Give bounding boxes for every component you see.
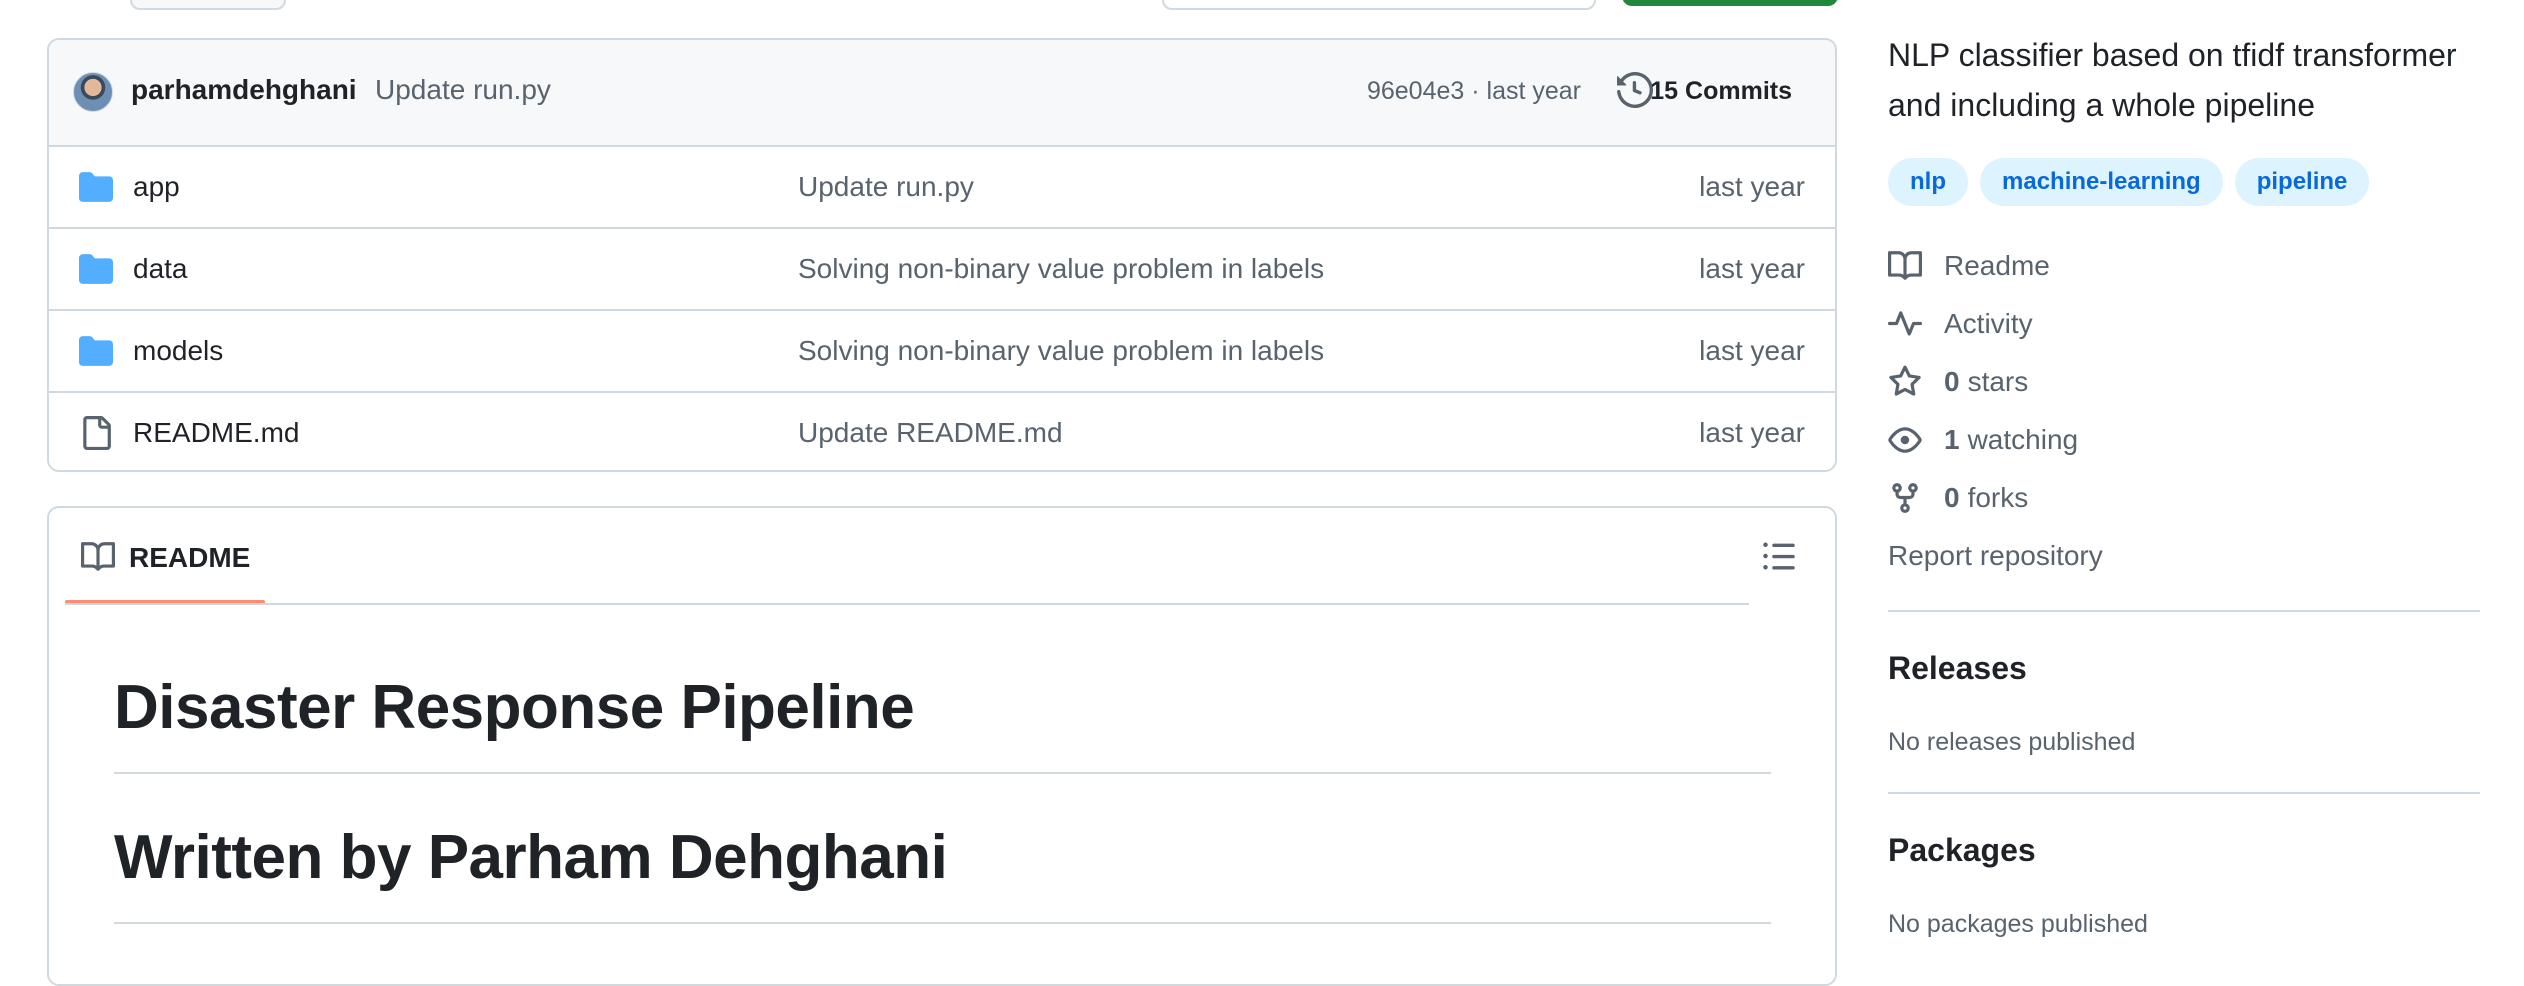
section-divider xyxy=(1888,610,2480,612)
forks-count: 0 xyxy=(1944,482,1960,513)
repo-forked-icon xyxy=(1888,481,1922,515)
commits-count: 15 xyxy=(1650,77,1679,105)
stars-link[interactable]: 0 stars xyxy=(1888,362,2028,402)
file-commit-time: last year xyxy=(1699,253,1805,284)
file-commit-message-link[interactable]: Solving non-binary value problem in labe… xyxy=(798,335,1324,367)
heading-rule xyxy=(114,772,1771,774)
readme-link-label: Readme xyxy=(1944,250,2050,281)
file-commit-time: last year xyxy=(1699,417,1805,448)
watching-count: 1 xyxy=(1944,424,1960,455)
file-commit-message-link[interactable]: Update run.py xyxy=(798,171,974,203)
go-to-file-input[interactable] xyxy=(1162,0,1596,10)
readme-heading: Written by Parham Dehghani xyxy=(114,823,948,892)
star-icon xyxy=(1888,365,1922,399)
activity-link[interactable]: Activity xyxy=(1888,304,2033,344)
topic-tag[interactable]: machine-learning xyxy=(1980,158,2223,206)
topic-tag[interactable]: pipeline xyxy=(2234,158,2370,206)
report-repository-link[interactable]: Report repository xyxy=(1888,540,2103,572)
repo-description: NLP classifier based on tfidf transforme… xyxy=(1888,37,2457,123)
file-row-readme[interactable]: README.md Update README.md last year xyxy=(49,393,1835,470)
readme-tab-label: README xyxy=(129,542,251,573)
topics-list: nlp machine-learning pipeline xyxy=(1888,158,2370,206)
eye-icon xyxy=(1888,423,1922,457)
readme-panel: README Disaster Response Pipeline Writte… xyxy=(47,506,1837,986)
file-listing: parhamdehghani Update run.py 96e04e3 · l… xyxy=(47,38,1837,472)
divider xyxy=(65,603,1749,605)
releases-note: No releases published xyxy=(1888,728,2136,756)
watchers-link[interactable]: 1 watching xyxy=(1888,420,2078,460)
folder-icon xyxy=(79,334,113,368)
forks-link[interactable]: 0 forks xyxy=(1888,478,2028,518)
commit-author-link[interactable]: parhamdehghani xyxy=(131,74,357,106)
branch-select-button[interactable] xyxy=(130,0,286,10)
list-unordered-icon[interactable] xyxy=(1761,538,1797,574)
commit-meta[interactable]: 96e04e3 · last year xyxy=(1367,77,1581,106)
folder-icon xyxy=(79,252,113,286)
avatar[interactable] xyxy=(73,72,113,112)
folder-icon xyxy=(79,170,113,204)
book-icon xyxy=(1888,249,1922,283)
watching-label: watching xyxy=(1967,424,2079,455)
releases-heading-link[interactable]: Releases xyxy=(1888,650,2027,687)
readme-tab[interactable]: README xyxy=(65,508,265,604)
packages-note: No packages published xyxy=(1888,910,2148,938)
file-name-link[interactable]: models xyxy=(133,335,223,367)
forks-label: forks xyxy=(1967,482,2029,513)
latest-commit-bar: parhamdehghani Update run.py 96e04e3 · l… xyxy=(49,40,1835,147)
topic-tag[interactable]: nlp xyxy=(1888,158,1968,206)
readme-link[interactable]: Readme xyxy=(1888,246,2050,286)
file-row-data[interactable]: data Solving non-binary value problem in… xyxy=(49,229,1835,311)
readme-heading: Disaster Response Pipeline xyxy=(114,673,915,742)
file-commit-message-link[interactable]: Solving non-binary value problem in labe… xyxy=(798,253,1324,285)
book-icon xyxy=(81,540,115,574)
file-commit-time: last year xyxy=(1699,335,1805,366)
commits-label: Commits xyxy=(1685,77,1792,105)
activity-link-label: Activity xyxy=(1944,308,2033,339)
heading-rule xyxy=(114,922,1771,924)
file-row-models[interactable]: models Solving non-binary value problem … xyxy=(49,311,1835,393)
stars-count: 0 xyxy=(1944,366,1960,397)
file-commit-time: last year xyxy=(1699,171,1805,202)
file-name-link[interactable]: README.md xyxy=(133,417,299,449)
packages-heading-link[interactable]: Packages xyxy=(1888,832,2036,869)
stars-label: stars xyxy=(1967,366,2029,397)
readme-header: README xyxy=(49,508,1835,605)
file-row-app[interactable]: app Update run.py last year xyxy=(49,147,1835,229)
section-divider xyxy=(1888,792,2480,794)
history-icon[interactable] xyxy=(1617,72,1653,108)
code-button[interactable] xyxy=(1622,0,1838,6)
commit-message-link[interactable]: Update run.py xyxy=(375,74,551,106)
file-name-link[interactable]: data xyxy=(133,253,188,285)
file-commit-message-link[interactable]: Update README.md xyxy=(798,417,1063,449)
commits-link[interactable]: 15 Commits xyxy=(1650,77,1792,106)
file-icon xyxy=(79,416,113,450)
pulse-icon xyxy=(1888,307,1922,341)
file-name-link[interactable]: app xyxy=(133,171,180,203)
